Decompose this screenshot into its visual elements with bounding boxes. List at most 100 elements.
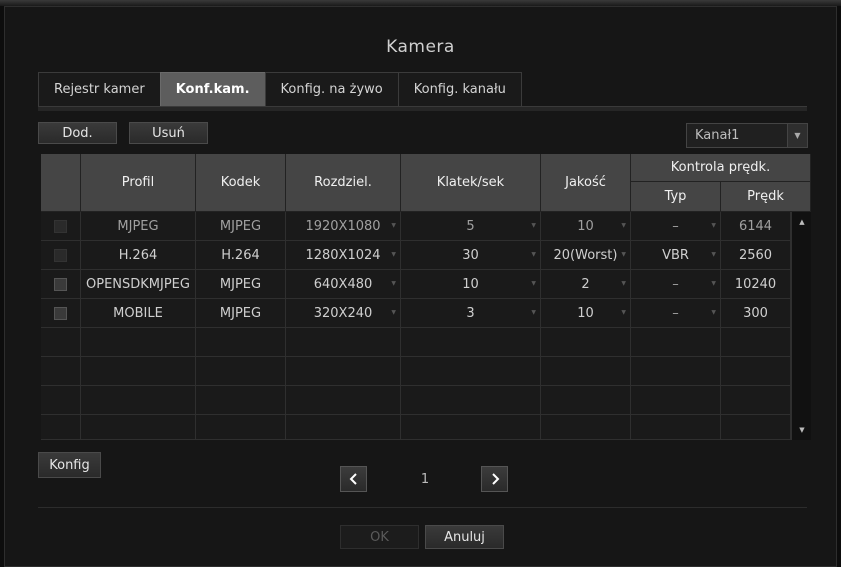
footer-divider	[38, 507, 807, 508]
header-fps: Klatek/sek	[401, 154, 541, 212]
table-row[interactable]: MJPEG MJPEG 1920X1080 ▼ 5 ▼ 10 ▼ – ▼ 6144	[41, 212, 791, 241]
chevron-down-icon: ▼	[621, 309, 626, 316]
table-scrollbar[interactable]: ▲ ▼	[791, 212, 811, 440]
cell-resolution: 1920X1080	[305, 219, 381, 234]
prev-page-button[interactable]	[340, 466, 367, 492]
fps-dropdown[interactable]: 3 ▼	[401, 299, 541, 328]
cell-fps: 5	[466, 219, 475, 234]
quality-dropdown[interactable]: 10 ▼	[541, 299, 631, 328]
delete-button[interactable]: Usuń	[129, 122, 208, 144]
table-row[interactable]: MOBILE MJPEG 320X240 ▼ 3 ▼ 10 ▼ – ▼ 300	[41, 299, 791, 328]
quality-dropdown[interactable]: 10 ▼	[541, 212, 631, 241]
channel-select[interactable]: Kanał1 ▼	[686, 123, 808, 148]
cell-resolution: 320X240	[313, 306, 373, 321]
chevron-down-icon: ▼	[531, 251, 536, 258]
scroll-up-icon[interactable]: ▲	[794, 214, 810, 230]
row-checkbox[interactable]	[54, 249, 67, 262]
next-page-button[interactable]	[481, 466, 508, 492]
chevron-down-icon: ▼	[621, 251, 626, 258]
empty-row	[41, 415, 791, 440]
page-number: 1	[420, 472, 430, 487]
chevron-down-icon: ▼	[391, 280, 396, 287]
chevron-down-icon: ▼	[391, 222, 396, 229]
cell-quality: 2	[581, 277, 590, 292]
header-bitrate-control: Kontrola prędk.	[631, 154, 811, 182]
chevron-down-icon: ▼	[531, 222, 536, 229]
resolution-dropdown[interactable]: 640X480 ▼	[286, 270, 401, 299]
cell-type: VBR	[662, 248, 689, 263]
dialog-title: Kamera	[386, 37, 455, 57]
cell-codec: H.264	[196, 241, 286, 270]
empty-row	[41, 386, 791, 415]
chevron-right-icon	[491, 473, 499, 485]
row-checkbox[interactable]	[54, 220, 67, 233]
empty-row	[41, 328, 791, 357]
scroll-down-icon[interactable]: ▼	[794, 422, 810, 438]
cell-fps: 3	[466, 306, 475, 321]
header-type: Typ	[631, 182, 721, 212]
header-bitrate: Prędk	[721, 182, 811, 212]
chevron-down-icon: ▼	[391, 309, 396, 316]
chevron-down-icon: ▼	[531, 309, 536, 316]
cell-bitrate[interactable]: 10240	[721, 270, 791, 299]
profile-panel: Dod. Usuń Kanał1 ▼ Profil Kodek Rozdziel…	[38, 111, 811, 513]
cell-bitrate[interactable]: 300	[721, 299, 791, 328]
type-dropdown[interactable]: – ▼	[631, 212, 721, 241]
cell-codec: MJPEG	[196, 212, 286, 241]
chevron-down-icon: ▼	[787, 124, 807, 147]
table-row[interactable]: H.264 H.264 1280X1024 ▼ 30 ▼ 20(Worst) ▼ VB…	[41, 241, 791, 270]
cell-fps: 30	[462, 248, 479, 263]
chevron-down-icon: ▼	[531, 280, 536, 287]
quality-dropdown[interactable]: 2 ▼	[541, 270, 631, 299]
chevron-down-icon: ▼	[711, 309, 716, 316]
cell-bitrate[interactable]: 6144	[721, 212, 791, 241]
cell-type: –	[672, 306, 679, 321]
row-checkbox[interactable]	[54, 278, 67, 291]
profile-table: Profil Kodek Rozdziel. Klatek/sek Jakość…	[41, 154, 811, 440]
cell-resolution: 640X480	[313, 277, 373, 292]
header-resolution: Rozdziel.	[286, 154, 401, 212]
cell-profile: H.264	[81, 241, 196, 270]
config-button[interactable]: Konfig	[38, 452, 101, 478]
cell-resolution: 1280X1024	[305, 248, 381, 263]
table-row[interactable]: OPENSDKMJPEG MJPEG 640X480 ▼ 10 ▼ 2 ▼ – ▼ 10…	[41, 270, 791, 299]
cell-type: –	[672, 277, 679, 292]
add-button[interactable]: Dod.	[38, 122, 117, 144]
cell-quality: 10	[577, 219, 594, 234]
type-dropdown[interactable]: VBR ▼	[631, 241, 721, 270]
ok-button[interactable]: OK	[340, 525, 419, 549]
header-quality: Jakość	[541, 154, 631, 212]
cell-bitrate[interactable]: 2560	[721, 241, 791, 270]
header-profile: Profil	[81, 154, 196, 212]
type-dropdown[interactable]: – ▼	[631, 270, 721, 299]
resolution-dropdown[interactable]: 1280X1024 ▼	[286, 241, 401, 270]
chevron-down-icon: ▼	[711, 251, 716, 258]
row-checkbox[interactable]	[54, 307, 67, 320]
tab-channel-config[interactable]: Konfig. kanału	[397, 72, 522, 106]
tab-camera-registry[interactable]: Rejestr kamer	[38, 72, 161, 106]
header-checkbox-col	[41, 154, 81, 212]
quality-dropdown[interactable]: 20(Worst) ▼	[541, 241, 631, 270]
fps-dropdown[interactable]: 5 ▼	[401, 212, 541, 241]
camera-dialog: Kamera Rejestr kamer Konf.kam. Konfig. n…	[4, 6, 837, 567]
chevron-down-icon: ▼	[621, 222, 626, 229]
cell-quality: 20(Worst)	[553, 248, 618, 263]
chevron-left-icon	[349, 473, 357, 485]
cell-type: –	[672, 219, 679, 234]
fps-dropdown[interactable]: 10 ▼	[401, 270, 541, 299]
empty-row	[41, 357, 791, 386]
tab-camera-config[interactable]: Konf.kam.	[159, 72, 266, 106]
cell-codec: MJPEG	[196, 270, 286, 299]
type-dropdown[interactable]: – ▼	[631, 299, 721, 328]
cell-fps: 10	[462, 277, 479, 292]
resolution-dropdown[interactable]: 320X240 ▼	[286, 299, 401, 328]
fps-dropdown[interactable]: 30 ▼	[401, 241, 541, 270]
tab-bar: Rejestr kamer Konf.kam. Konfig. na żywo …	[38, 72, 522, 106]
cancel-button[interactable]: Anuluj	[425, 525, 504, 549]
chevron-down-icon: ▼	[621, 280, 626, 287]
resolution-dropdown[interactable]: 1920X1080 ▼	[286, 212, 401, 241]
tab-live-config[interactable]: Konfig. na żywo	[264, 72, 399, 106]
cell-codec: MJPEG	[196, 299, 286, 328]
channel-select-value: Kanał1	[695, 128, 740, 143]
cell-profile: MJPEG	[81, 212, 196, 241]
